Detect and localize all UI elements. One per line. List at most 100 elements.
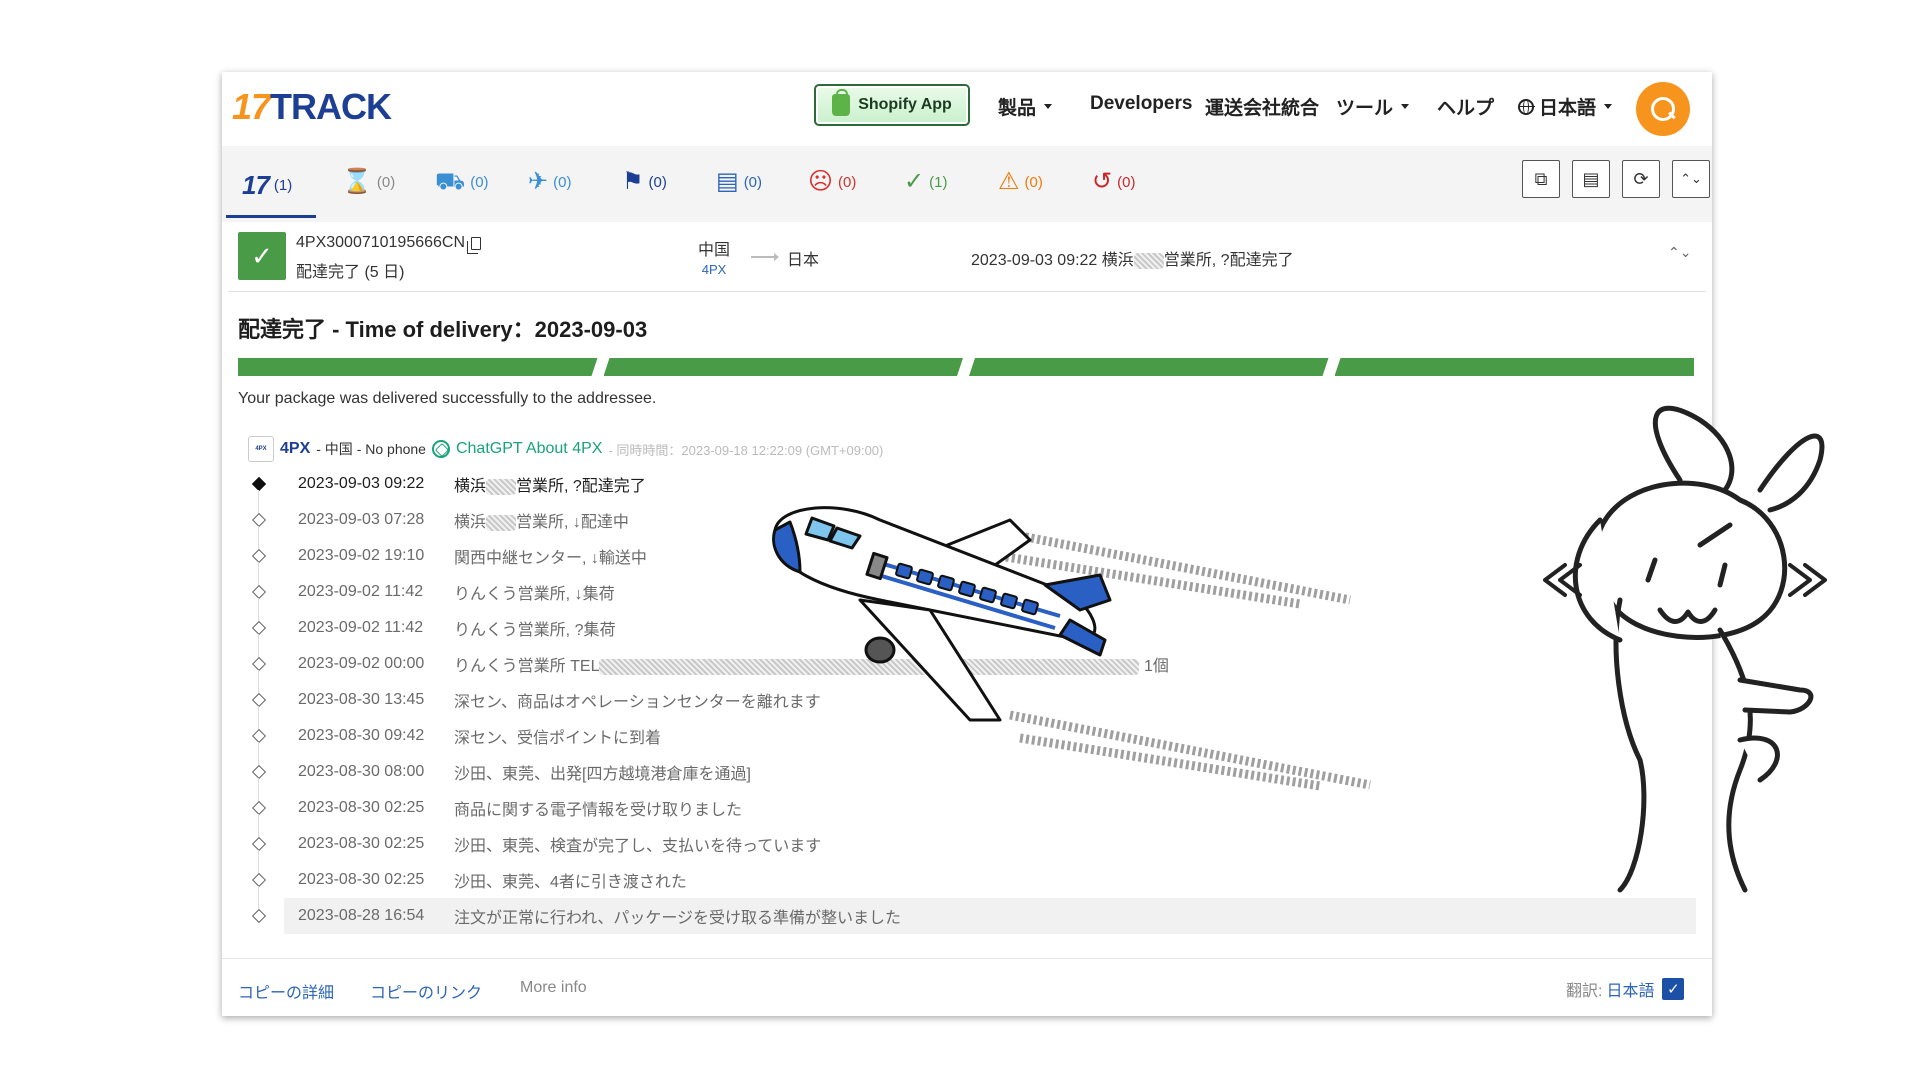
tab-count: (1) xyxy=(273,177,293,194)
event-time: 2023-08-30 02:25 xyxy=(298,871,425,888)
translate-control[interactable]: 翻訳: 日本語 ✓ xyxy=(1566,977,1685,1001)
tab-expired[interactable]: ↺ (0) xyxy=(1092,170,1135,194)
nav-developers-label: Developers xyxy=(1090,93,1193,114)
tab-count: (0) xyxy=(1024,173,1043,191)
nav-carrier-integration-label: 運送会社統合 xyxy=(1205,98,1320,119)
event-time: 2023-09-03 09:22 xyxy=(298,475,425,492)
tab-delivered[interactable]: ✓ (1) xyxy=(904,170,947,194)
collapse-all-button[interactable]: ⌃⌄ xyxy=(1672,160,1710,198)
delivery-progress-bar xyxy=(238,358,1694,376)
event-desc-text: 横浜 xyxy=(454,478,487,495)
carrier-logo: 4PX xyxy=(248,436,274,462)
tab-not-found[interactable]: ⌛ (0) xyxy=(342,170,395,194)
timeline-diamond-icon xyxy=(251,836,267,852)
event-description: 深セン、商品はオペレーションセンターを離れます xyxy=(454,694,821,711)
copy-all-button[interactable]: ▤ xyxy=(1572,160,1610,198)
timeline-diamond-icon xyxy=(251,512,267,528)
tab-pick-up[interactable]: ⚑ (0) xyxy=(622,170,667,194)
timeline-diamond-icon xyxy=(251,728,267,744)
17track-logo[interactable]: 17 TRACK xyxy=(232,86,392,128)
redacted-text xyxy=(486,514,517,531)
tab-undelivered[interactable]: ☹ (0) xyxy=(808,170,856,194)
event-row: 2023-08-30 08:00 沙田、東莞、出発[四方越境港倉庫を通過] xyxy=(240,754,1700,802)
event-row: 2023-08-30 02:25 商品に関する電子情報を受け取りました xyxy=(240,790,1700,838)
collapse-icon[interactable]: ⌃⌄ xyxy=(1668,244,1691,261)
copy-link-link[interactable]: コピーのリンク xyxy=(370,979,482,1003)
tab-in-transit[interactable]: ✈ (0) xyxy=(528,170,571,194)
translate-checkbox[interactable]: ✓ xyxy=(1662,978,1685,1000)
tab-info-received[interactable]: ⛟ (0) xyxy=(435,170,489,194)
language-label: 日本語 xyxy=(1539,98,1597,119)
card-footer: コピーの詳細 コピーのリンク More info 翻訳: 日本語 ✓ xyxy=(222,958,1712,1016)
copy-button[interactable]: ⧉ xyxy=(1522,160,1560,198)
logo-number: 17 xyxy=(232,86,271,127)
event-time: 2023-08-28 16:54 xyxy=(298,907,425,924)
progress-segment xyxy=(1334,358,1694,376)
timeline-diamond-icon xyxy=(251,800,267,816)
event-description: 沙田、東莞、検査が完了し、支払いを待っています xyxy=(454,838,822,855)
event-time: 2023-08-30 02:25 xyxy=(298,799,425,816)
tab-count: (1) xyxy=(929,173,948,191)
shopify-app-button[interactable]: Shopify App xyxy=(814,84,970,126)
collapse-icon: ⌃⌄ xyxy=(1680,171,1702,186)
chatgpt-about-link[interactable]: ChatGPT About 4PX xyxy=(456,440,602,458)
sad-face-icon: ☹ xyxy=(808,168,834,195)
event-row: 2023-08-30 02:25 沙田、東莞、4者に引き渡された xyxy=(240,862,1700,910)
airplane-icon: ✈ xyxy=(528,168,549,195)
nav-help-label: ヘルプ xyxy=(1437,98,1495,119)
chatgpt-icon xyxy=(431,440,450,458)
shopify-bag-icon xyxy=(832,89,851,116)
event-description: 沙田、東莞、4者に引き渡された xyxy=(454,874,687,891)
history-icon: ↺ xyxy=(1092,168,1113,195)
nav-products-label: 製品 xyxy=(998,98,1037,119)
logo-text: TRACK xyxy=(270,86,392,127)
tab-count: (0) xyxy=(648,173,667,191)
event-description: りんくう営業所, ?集荷 xyxy=(454,622,616,639)
copy-list-icon: ▤ xyxy=(1582,168,1600,189)
tab-out-for-delivery[interactable]: ▤ (0) xyxy=(716,170,762,194)
carrier-info: 4PX 4PX - 中国 - No phone ChatGPT About 4P… xyxy=(248,436,883,462)
more-info-link[interactable]: More info xyxy=(520,979,587,997)
flag-icon: ⚑ xyxy=(622,168,644,195)
event-description: 横浜 営業所, ?配達完了 xyxy=(454,472,646,496)
nav-help[interactable]: ヘルプ xyxy=(1437,93,1494,120)
copy-icon[interactable] xyxy=(467,236,482,254)
nav-carrier-integration[interactable]: 運送会社統合 xyxy=(1205,93,1319,120)
destination-country: 日本 xyxy=(787,252,820,269)
latest-event-text: 2023-09-03 09:22 横浜 xyxy=(971,252,1134,269)
timeline-diamond-icon xyxy=(251,764,267,780)
nav-products[interactable]: 製品 xyxy=(998,93,1053,120)
carrier-name-link[interactable]: 4PX xyxy=(280,440,310,458)
sync-time: - 同時時間：2023-09-18 12:22:09 (GMT+09:00) xyxy=(608,442,884,458)
nav-tools[interactable]: ツール xyxy=(1336,93,1410,120)
language-selector[interactable]: 日本語 xyxy=(1518,93,1613,120)
event-time: 2023-08-30 09:42 xyxy=(298,727,425,744)
copy-icon: ⧉ xyxy=(1534,168,1548,189)
event-time: 2023-08-30 02:25 xyxy=(298,835,425,852)
globe-icon xyxy=(1518,98,1535,115)
user-avatar-button[interactable] xyxy=(1636,82,1690,136)
latest-event-tail: 営業所, ?配達完了 xyxy=(1163,252,1294,269)
translate-label: 翻訳: xyxy=(1566,983,1603,1000)
nav-developers[interactable]: Developers xyxy=(1090,93,1192,115)
event-desc-text: 横浜 xyxy=(454,514,487,531)
copy-details-link[interactable]: コピーの詳細 xyxy=(238,979,334,1003)
tab-all[interactable]: 17 (1) xyxy=(242,170,292,201)
chevron-down-icon xyxy=(1604,104,1613,109)
delivery-message: Your package was delivered successfully … xyxy=(238,390,657,407)
progress-segment xyxy=(238,358,598,376)
chevron-down-icon xyxy=(1401,104,1410,109)
tab-alert[interactable]: ⚠ (0) xyxy=(998,170,1043,194)
latest-event: 2023-09-03 09:22 横浜 営業所, ?配達完了 xyxy=(971,246,1294,270)
tracking-number-text: 4PX3000710195666CN xyxy=(296,234,466,251)
event-row: 2023-09-02 19:10 関西中継センター, ↓輸送中 xyxy=(240,538,1700,586)
event-row: 2023-08-30 09:42 深セン、受信ポイントに到着 xyxy=(240,718,1700,766)
translate-language[interactable]: 日本語 xyxy=(1606,977,1654,1001)
delivery-heading: 配達完了 - Time of delivery：2023-09-03 xyxy=(238,317,648,342)
timeline-diamond-icon xyxy=(251,908,267,924)
tab-count: (0) xyxy=(743,173,763,191)
shipment-summary-row[interactable]: ✓ 4PX3000710195666CN 配達完了 (5 日) 中国 4PX 日… xyxy=(228,222,1706,292)
carrier-code-link[interactable]: 4PX xyxy=(698,262,730,277)
refresh-button[interactable]: ⟳ xyxy=(1622,160,1660,198)
event-time: 2023-09-02 00:00 xyxy=(298,655,425,672)
